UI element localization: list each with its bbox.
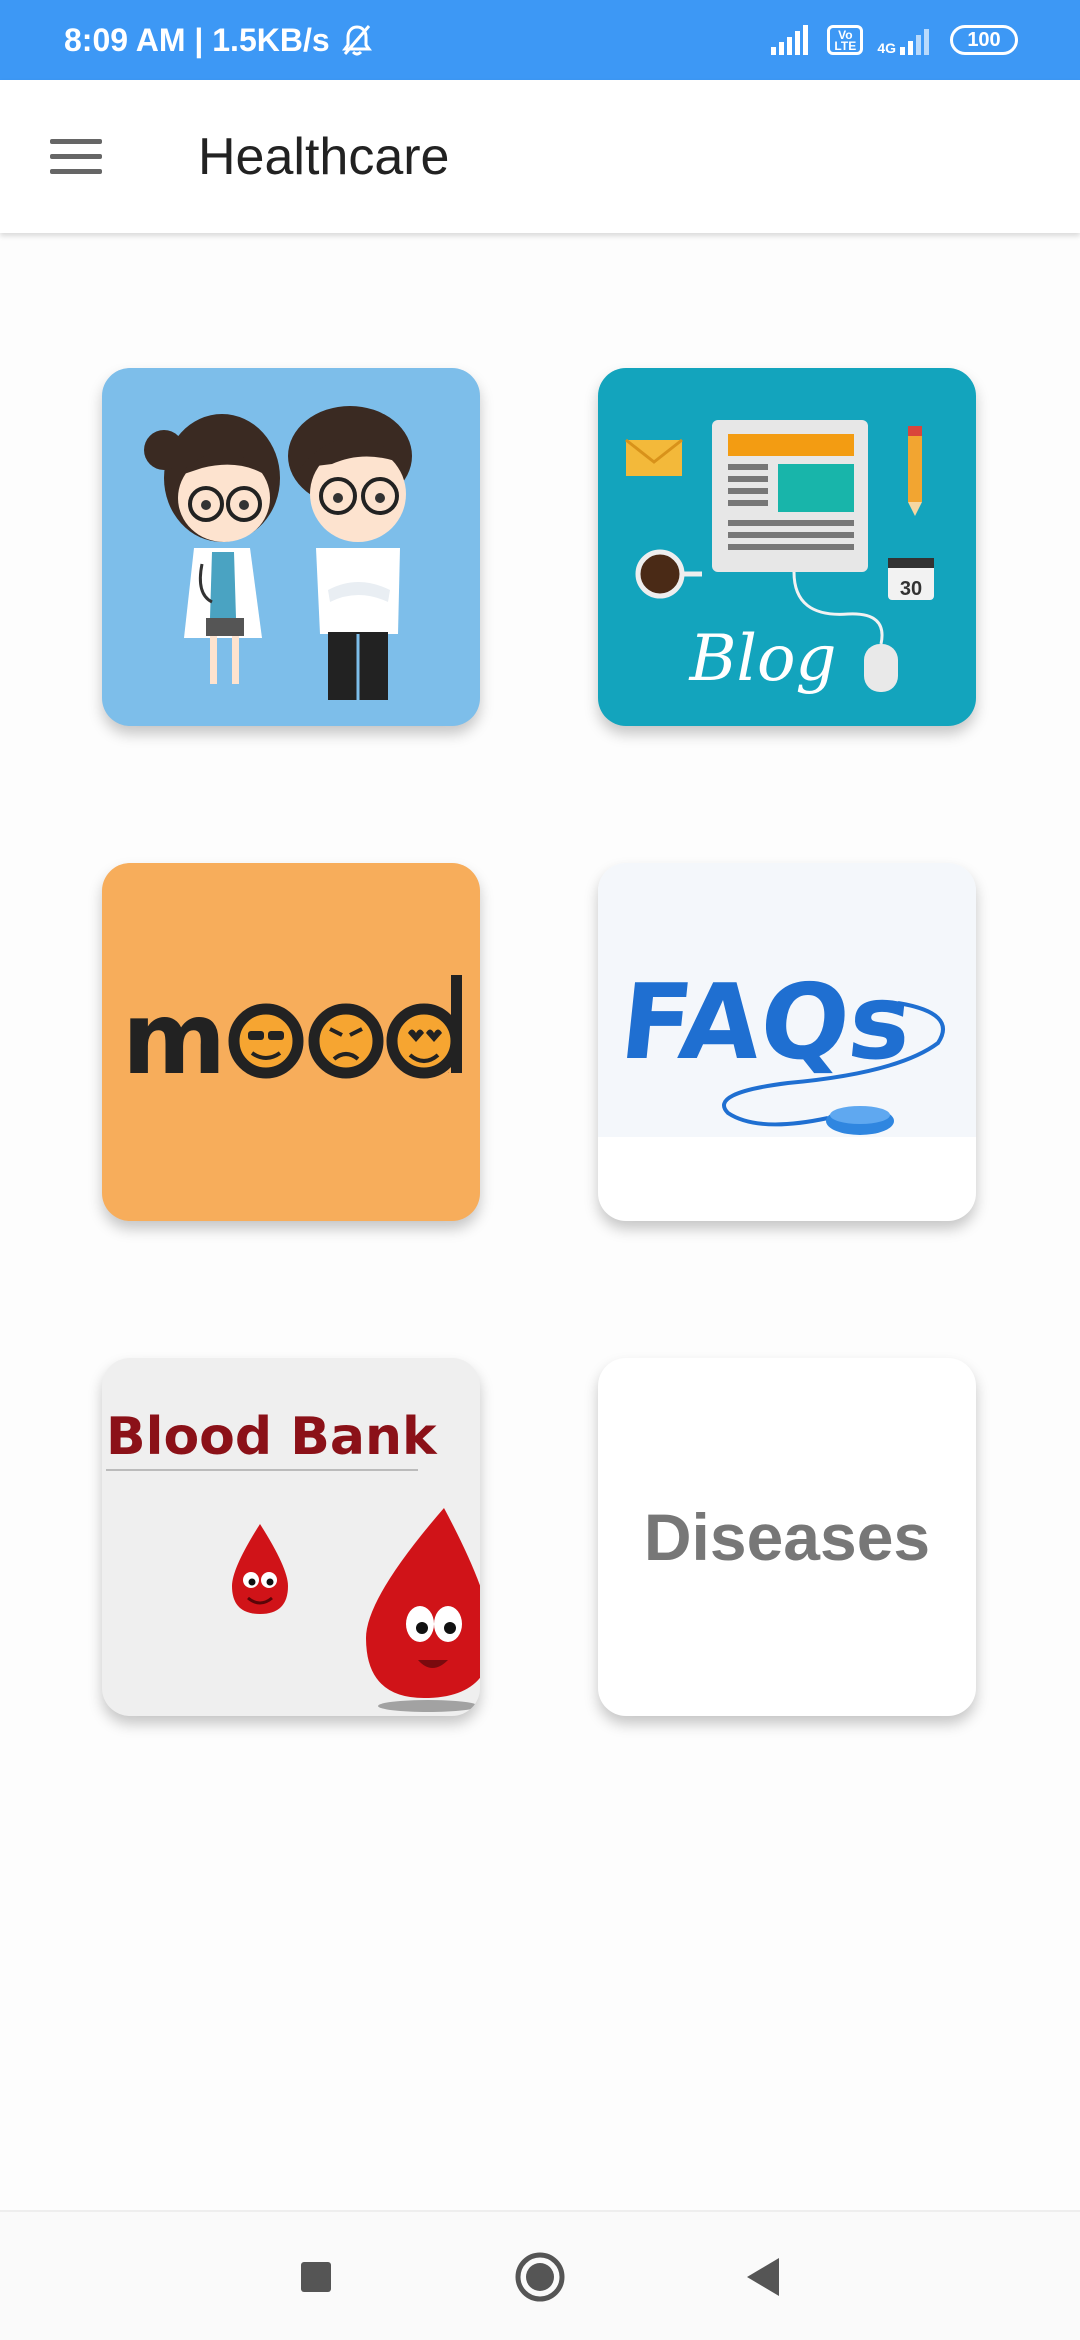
status-bar: 8:09 AM | 1.5KB/s Vo LTE 4G 100 (0, 0, 1080, 80)
signal-2-icon (900, 29, 929, 55)
blood-bank-tile[interactable]: Blood Bank (102, 1358, 480, 1716)
network-type-label: 4G (877, 40, 896, 56)
status-time: 8:09 AM | 1.5KB/s (64, 21, 330, 58)
blog-illustration: 30 Blog (625, 420, 934, 696)
circle-home-icon[interactable] (505, 2242, 575, 2312)
blog-tile[interactable]: 30 Blog (598, 368, 976, 726)
battery-icon: 100 (950, 25, 1018, 55)
hamburger-menu-icon[interactable] (40, 116, 114, 196)
diseases-label: Diseases (643, 1500, 931, 1574)
bell-off-icon (341, 25, 372, 56)
mood-tile[interactable]: m d (102, 863, 480, 1221)
status-left: 8:09 AM | 1.5KB/s (64, 0, 374, 80)
doctors-tile[interactable] (102, 368, 480, 726)
triangle-back-icon[interactable] (729, 2242, 799, 2312)
square-recents-icon[interactable] (281, 2242, 351, 2312)
mood-letter-d: d (448, 1072, 449, 1074)
signal-icon (771, 25, 809, 55)
system-nav-bar (0, 2210, 1080, 2340)
faqs-text: FAQs (615, 961, 918, 1083)
blog-date-number: 30 (900, 578, 922, 600)
blog-text: Blog (689, 622, 837, 696)
diseases-tile[interactable]: Diseases (598, 1358, 976, 1716)
mood-illustration: m d (122, 975, 462, 1097)
blood-bank-text: Blood Bank (106, 1407, 438, 1467)
faqs-tile[interactable]: FAQs (598, 863, 976, 1221)
faqs-illustration: FAQs (598, 863, 976, 1137)
page-title: Healthcare (198, 127, 450, 186)
network-4g-indicator: 4G (877, 25, 936, 55)
volte-icon: Vo LTE (827, 25, 864, 55)
doctors-illustration (144, 406, 412, 700)
app-bar: Healthcare (0, 80, 1080, 233)
status-right: Vo LTE 4G 100 (771, 0, 1018, 80)
blood-bank-illustration: Blood Bank (106, 1407, 480, 1712)
mood-letter-m: m (122, 980, 226, 1097)
battery-level: 100 (967, 28, 1001, 51)
